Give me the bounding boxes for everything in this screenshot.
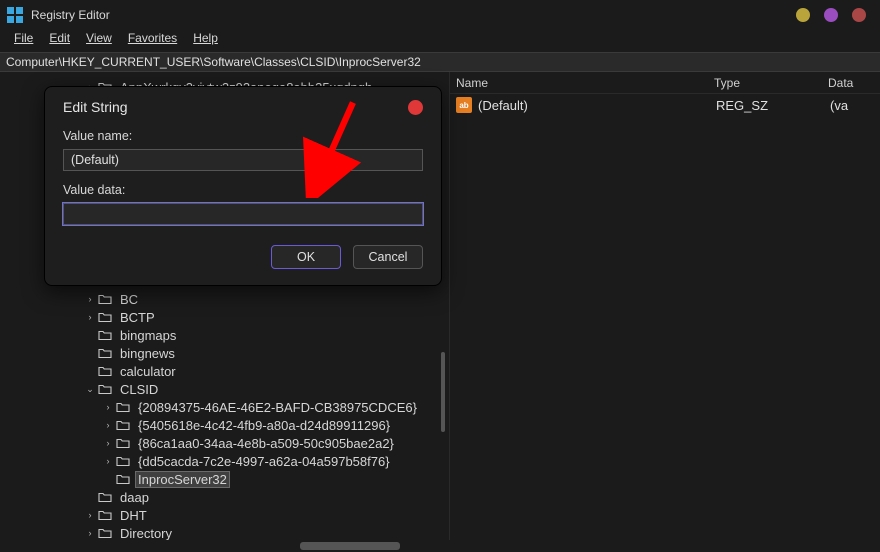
tree-node-label: daap xyxy=(118,490,151,505)
tree-node-label: InprocServer32 xyxy=(136,472,229,487)
folder-icon xyxy=(98,382,112,396)
tree-node-label: calculator xyxy=(118,364,178,379)
ok-button[interactable]: OK xyxy=(271,245,341,269)
address-bar[interactable]: Computer\HKEY_CURRENT_USER\Software\Clas… xyxy=(0,52,880,72)
folder-icon xyxy=(98,328,112,342)
twisty-none xyxy=(84,329,96,341)
menu-file[interactable]: File xyxy=(6,30,41,48)
dialog-close-icon[interactable] xyxy=(408,100,423,115)
close-dot[interactable] xyxy=(852,8,866,22)
folder-icon xyxy=(116,454,130,468)
value-data-label: Value data: xyxy=(63,183,423,197)
tree-row[interactable]: bingmaps xyxy=(0,326,449,344)
folder-icon xyxy=(98,346,112,360)
chevron-right-icon[interactable]: › xyxy=(102,419,114,431)
menu-view[interactable]: View xyxy=(78,30,120,48)
minimize-dot[interactable] xyxy=(796,8,810,22)
chevron-right-icon[interactable]: › xyxy=(102,455,114,467)
tree-row[interactable]: › Directory xyxy=(0,524,449,540)
chevron-right-icon[interactable]: › xyxy=(84,293,96,305)
window-title: Registry Editor xyxy=(31,8,110,22)
folder-icon xyxy=(98,292,112,306)
value-name-label: Value name: xyxy=(63,129,423,143)
tree-row[interactable]: ⌄ CLSID xyxy=(0,380,449,398)
tree-row[interactable]: › BC xyxy=(0,290,449,308)
folder-icon xyxy=(98,526,112,540)
value-name-cell: (Default) xyxy=(478,98,716,113)
twisty-none xyxy=(84,491,96,503)
title-bar: Registry Editor xyxy=(0,0,880,30)
twisty-none xyxy=(84,365,96,377)
list-body: ab (Default)REG_SZ(va xyxy=(450,94,880,540)
value-data-field[interactable] xyxy=(63,203,423,225)
tree-node-label: {5405618e-4c42-4fb9-a80a-d24d89911296} xyxy=(136,418,392,433)
chevron-right-icon[interactable]: › xyxy=(84,509,96,521)
tree-row[interactable]: › {dd5cacda-7c2e-4997-a62a-04a597b58f76} xyxy=(0,452,449,470)
tree-node-label: BCTP xyxy=(118,310,157,325)
menu-favorites[interactable]: Favorites xyxy=(120,30,185,48)
chevron-right-icon[interactable]: › xyxy=(84,527,96,539)
folder-icon xyxy=(98,364,112,378)
tree-row[interactable]: › {20894375-46AE-46E2-BAFD-CB38975CDCE6} xyxy=(0,398,449,416)
folder-icon xyxy=(116,436,130,450)
chevron-right-icon[interactable]: › xyxy=(84,311,96,323)
tree-node-label: BC xyxy=(118,292,140,307)
tree-row[interactable]: calculator xyxy=(0,362,449,380)
tree-node-label: Directory xyxy=(118,526,174,541)
twisty-none xyxy=(102,473,114,485)
tree-row[interactable]: bingnews xyxy=(0,344,449,362)
tree-node-label: {20894375-46AE-46E2-BAFD-CB38975CDCE6} xyxy=(136,400,419,415)
col-name[interactable]: Name xyxy=(450,76,708,90)
chevron-right-icon[interactable]: › xyxy=(102,437,114,449)
tree-node-label: {dd5cacda-7c2e-4997-a62a-04a597b58f76} xyxy=(136,454,392,469)
tree-node-label: {86ca1aa0-34aa-4e8b-a509-50c905bae2a2} xyxy=(136,436,396,451)
value-name-field[interactable] xyxy=(63,149,423,171)
value-data-cell: (va xyxy=(830,98,880,113)
tree-row[interactable]: › {86ca1aa0-34aa-4e8b-a509-50c905bae2a2} xyxy=(0,434,449,452)
tree-row[interactable]: daap xyxy=(0,488,449,506)
folder-icon xyxy=(98,310,112,324)
value-type-cell: REG_SZ xyxy=(716,98,830,113)
value-list-pane: Name Type Data ab (Default)REG_SZ(va xyxy=(450,72,880,540)
tree-row[interactable]: InprocServer32 xyxy=(0,470,449,488)
menu-bar: File Edit View Favorites Help xyxy=(0,30,880,52)
cancel-button[interactable]: Cancel xyxy=(353,245,423,269)
tree-node-label: DHT xyxy=(118,508,149,523)
folder-icon xyxy=(116,400,130,414)
chevron-right-icon[interactable]: › xyxy=(102,401,114,413)
tree-node-label: bingnews xyxy=(118,346,177,361)
tree-row[interactable]: › DHT xyxy=(0,506,449,524)
menu-edit[interactable]: Edit xyxy=(41,30,78,48)
maximize-dot[interactable] xyxy=(824,8,838,22)
folder-icon xyxy=(116,472,130,486)
edit-string-dialog: Edit String Value name: Value data: OK C… xyxy=(44,86,442,286)
chevron-down-icon[interactable]: ⌄ xyxy=(84,383,96,395)
folder-icon xyxy=(116,418,130,432)
menu-help[interactable]: Help xyxy=(185,30,226,48)
string-value-icon: ab xyxy=(456,97,472,113)
dialog-title: Edit String xyxy=(63,99,408,115)
twisty-none xyxy=(84,347,96,359)
bottom-scrollbar-thumb[interactable] xyxy=(300,542,400,550)
tree-node-label: CLSID xyxy=(118,382,160,397)
bottom-scrollbar-track xyxy=(0,540,880,552)
folder-icon xyxy=(98,490,112,504)
col-type[interactable]: Type xyxy=(708,76,822,90)
regedit-icon xyxy=(6,6,24,24)
window-controls xyxy=(796,8,866,22)
tree-node-label: bingmaps xyxy=(118,328,178,343)
list-row[interactable]: ab (Default)REG_SZ(va xyxy=(450,94,880,116)
tree-scrollbar[interactable] xyxy=(441,352,445,432)
tree-row[interactable]: › BCTP xyxy=(0,308,449,326)
folder-icon xyxy=(98,508,112,522)
col-data[interactable]: Data xyxy=(822,76,880,90)
tree-row[interactable]: › {5405618e-4c42-4fb9-a80a-d24d89911296} xyxy=(0,416,449,434)
list-header[interactable]: Name Type Data xyxy=(450,72,880,94)
